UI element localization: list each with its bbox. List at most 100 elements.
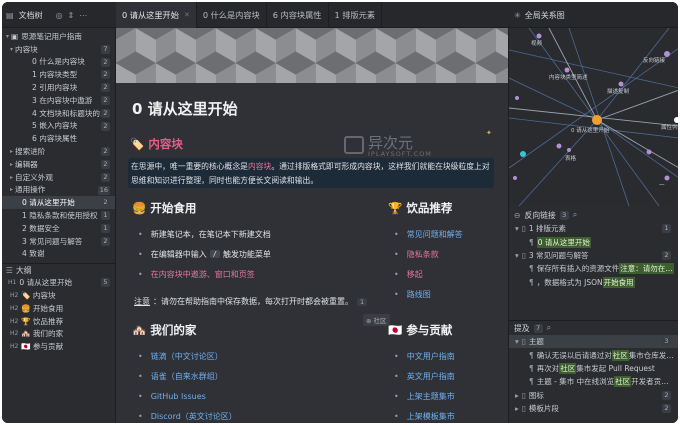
list-item-link[interactable]: 语雀（自来水群组） [151, 371, 223, 382]
list-item[interactable]: GitHub Issues [132, 386, 237, 406]
outline-item[interactable]: H2 🇯🇵 参与贡献 [2, 340, 115, 353]
chevron-right-icon[interactable]: ▸ [515, 391, 519, 400]
sidebar-folder-item[interactable]: ▸ 编辑器 2 [2, 158, 115, 171]
chevron-down-icon[interactable]: ▾ [4, 33, 11, 40]
heading-contrib[interactable]: 🇯🇵 参与贡献 [388, 322, 452, 338]
graph-node-current[interactable] [592, 115, 602, 125]
graph-node[interactable] [674, 117, 678, 123]
outline-item[interactable]: H2 🏘️ 我们的家 [2, 328, 115, 341]
outline-item[interactable]: H1 0 请从这里开始 5 [2, 276, 115, 289]
graph-node[interactable] [513, 176, 517, 180]
list-item-link[interactable]: 移起 [407, 269, 423, 280]
graph-node[interactable] [646, 149, 652, 155]
chevron-right-icon[interactable]: ▸ [8, 161, 15, 168]
collapse-icon[interactable]: ⇕ [68, 11, 75, 20]
sidebar-folder-item[interactable]: ▸ 搜索进阶 2 [2, 145, 115, 158]
list-item[interactable]: 上架主题集市 [388, 386, 455, 406]
graph-node[interactable] [515, 96, 519, 100]
ref-count-badge[interactable]: 1 [357, 298, 368, 306]
list-item[interactable]: 上架模板集市 [388, 406, 455, 423]
backlink-ref[interactable]: ¶ ，数据格式为 JSON 开始食用 [509, 276, 678, 289]
chevron-down-icon[interactable]: ▾ [515, 337, 519, 346]
list-item[interactable]: Discord（英文讨论区） [132, 406, 237, 423]
mention-ref[interactable]: ¶ 确认无误以后请通过对 社区 集市仓库发… [509, 348, 678, 361]
sidebar-doc-item[interactable]: 0 请从这里开始 2 [2, 196, 115, 210]
outline-item[interactable]: H2 🍔 开始食用 [2, 302, 115, 315]
sidebar-doc-item[interactable]: 1 内容块类型 2 [2, 68, 115, 81]
tab-start[interactable]: 0 请从这里开始 ✕ [116, 2, 197, 28]
list-item[interactable]: 新建笔记本，在笔记本下新建文档 [132, 224, 271, 244]
chevron-right-icon[interactable]: ▸ [8, 174, 15, 181]
sidebar-doc-item[interactable]: 2 数据安全 1 [2, 222, 115, 235]
search-icon[interactable]: ⌕ [547, 323, 551, 333]
doc-tree-icon[interactable]: ▤ [6, 11, 14, 20]
list-item[interactable]: 移起 [388, 264, 463, 284]
backlink-ref[interactable]: ¶ 保存所有插入的资源文件 注意：请勿在… [509, 262, 678, 275]
chevron-down-icon[interactable]: ▾ [8, 46, 15, 53]
list-item-link[interactable]: 路线图 [407, 289, 431, 300]
sidebar-doc-item[interactable]: 1 隐私条款和使用授权 1 [2, 209, 115, 222]
graph-node[interactable] [664, 51, 670, 57]
chevron-down-icon[interactable]: ▾ [515, 224, 519, 233]
list-item[interactable]: 隐私条款 [388, 244, 463, 264]
graph-node[interactable] [564, 67, 570, 73]
sidebar-doc-item[interactable]: 4 文档块和标题块的… 2 [2, 107, 115, 120]
list-item[interactable]: 在内容块中遨游、窗口和页签 [132, 264, 271, 284]
outline-item[interactable]: H2 🏷️ 内容块 [2, 289, 115, 302]
list-item-link[interactable]: GitHub Issues [151, 392, 206, 401]
graph-node[interactable] [556, 143, 562, 149]
backlink-doc[interactable]: ▾ ▯ 1 排版元素 1 [509, 222, 678, 235]
list-item-link[interactable]: 中文用户指南 [407, 351, 455, 362]
list-item[interactable]: 在编辑器中输入/触发功能菜单 [132, 244, 271, 264]
list-item-link[interactable]: 在内容块中遨游、窗口和页签 [151, 269, 255, 280]
list-item-link[interactable]: 链滴（中文讨论区） [151, 351, 223, 362]
backlink-doc[interactable]: ▾ ▯ 3 常见问题与解答 2 [509, 249, 678, 262]
outline-item[interactable]: H2 🏆 饮品推荐 [2, 315, 115, 328]
list-item[interactable]: 路线图 [388, 284, 463, 304]
sidebar-folder-item[interactable]: ▸ 通用操作 16 [2, 184, 115, 197]
sidebar-doc-item[interactable]: 6 内容块属性 [2, 132, 115, 145]
list-item[interactable]: 英文用户指南 [388, 366, 455, 386]
tab-what-is-block[interactable]: 0 什么是内容块 [197, 2, 267, 28]
graph-view[interactable]: 视频 反向链接 内容块类型简述 描述复制 0 请从这里开始 属性列 表格 一 [509, 28, 678, 206]
sidebar-item-blocks[interactable]: ▾ 内容块 7 [2, 43, 115, 56]
mention-ref[interactable]: ¶ 再次对 社区 集市发起 Pull Request [509, 362, 678, 375]
sidebar-doc-item[interactable]: 3 常见问题与解答 2 [2, 235, 115, 248]
tab-layout-elements[interactable]: 1 排版元素 [329, 2, 383, 28]
list-item[interactable]: 语雀（自来水群组） [132, 366, 237, 386]
note-block[interactable]: 在思源中，唯一重要的核心概念是内容块。通过排版格式即可形成内容块，这样我们就能在… [128, 158, 494, 188]
chevron-right-icon[interactable]: ▸ [8, 148, 15, 155]
notebook-row[interactable]: ▾ ▣ 思源笔记用户指南 [2, 30, 115, 43]
heading-start[interactable]: 🍔 开始食用 [132, 200, 196, 216]
graph-node[interactable] [618, 81, 624, 87]
locate-icon[interactable]: ◎ [56, 11, 63, 20]
mention-ref[interactable]: ¶ 主题 - 集市 中在线浏览 社区 开发者贡… [509, 375, 678, 388]
graph-node[interactable] [664, 175, 670, 181]
note-link[interactable]: 内容块 [248, 162, 271, 171]
mention-doc[interactable]: ▸ ▯ 模板片段 2 [509, 402, 678, 415]
list-item-link[interactable]: 常见问题和解答 [407, 229, 463, 240]
chevron-right-icon[interactable]: ▸ [515, 404, 519, 413]
more-icon[interactable]: ⋯ [79, 11, 87, 20]
list-item-link[interactable]: 英文用户指南 [407, 371, 455, 382]
tab-block-attrs[interactable]: 6 内容块属性 [267, 2, 329, 28]
chevron-down-icon[interactable]: ▾ [515, 251, 519, 260]
list-item-link[interactable]: 上架模板集市 [407, 411, 455, 422]
mention-doc[interactable]: ▸ ▯ 图标 2 [509, 389, 678, 402]
heading-home[interactable]: 🏘️ 我们的家 [132, 322, 196, 338]
sidebar-doc-item[interactable]: 0 什么是内容块 2 [2, 56, 115, 69]
page-title[interactable]: 0 请从这里开始 [132, 98, 238, 119]
sidebar-folder-item[interactable]: ▸ 自定义外观 2 [2, 171, 115, 184]
chevron-right-icon[interactable]: ▸ [8, 186, 15, 193]
list-item[interactable]: 常见问题和解答 [388, 224, 463, 244]
search-icon[interactable]: ⌕ [573, 210, 577, 220]
mention-doc[interactable]: ▾ ▯ 主题 3 [509, 335, 678, 349]
list-item[interactable]: 中文用户指南 [388, 346, 455, 366]
tag-badge[interactable]: ⊛ 社区 [363, 314, 390, 326]
sidebar-doc-item[interactable]: 4 致谢 [2, 248, 115, 261]
close-icon[interactable]: ✕ [184, 11, 190, 19]
list-item[interactable]: 链滴（中文讨论区） [132, 346, 237, 366]
sidebar-doc-item[interactable]: 2 引用内容块 2 [2, 81, 115, 94]
list-item-link[interactable]: 隐私条款 [407, 249, 439, 260]
sidebar-doc-item[interactable]: 3 在内容块中遨游 2 [2, 94, 115, 107]
